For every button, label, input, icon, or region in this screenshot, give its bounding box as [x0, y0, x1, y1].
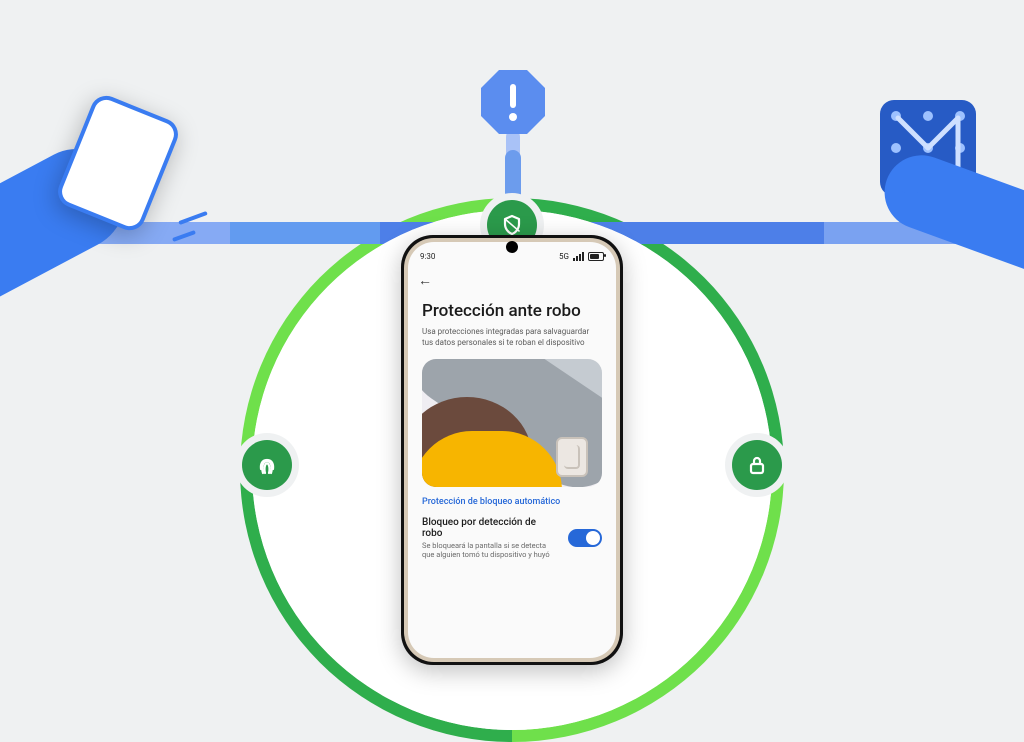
signal-icon	[573, 252, 584, 261]
status-time: 9:30	[420, 252, 435, 261]
theft-detection-toggle[interactable]	[568, 529, 602, 547]
illustration-hand-grab	[0, 86, 215, 256]
page-title: Protección ante robo	[422, 301, 602, 321]
lock-icon	[732, 440, 782, 490]
fingerprint-icon	[242, 440, 292, 490]
auto-lock-section-link[interactable]: Protección de bloqueo automático	[422, 497, 602, 507]
alert-icon	[479, 68, 547, 136]
theft-detection-row[interactable]: Bloqueo por detección de robo Se bloquea…	[422, 517, 602, 561]
camera-punchhole-icon	[506, 241, 518, 253]
battery-icon	[588, 252, 604, 261]
phone-in-hand-icon	[556, 437, 588, 477]
illustration-pattern-unlock	[814, 100, 1024, 260]
theft-detection-desc: Se bloqueará la pantalla si se detecta q…	[422, 541, 558, 561]
back-button[interactable]: ←	[418, 273, 432, 289]
page-subtitle: Usa protecciones integradas para salvagu…	[422, 327, 602, 349]
hero-illustration	[422, 359, 602, 487]
theft-detection-title: Bloqueo por detección de robo	[422, 517, 558, 539]
phone-mockup: 9:30 5G ← Protección ante robo Usa prote…	[401, 235, 623, 665]
network-label: 5G	[559, 252, 569, 261]
